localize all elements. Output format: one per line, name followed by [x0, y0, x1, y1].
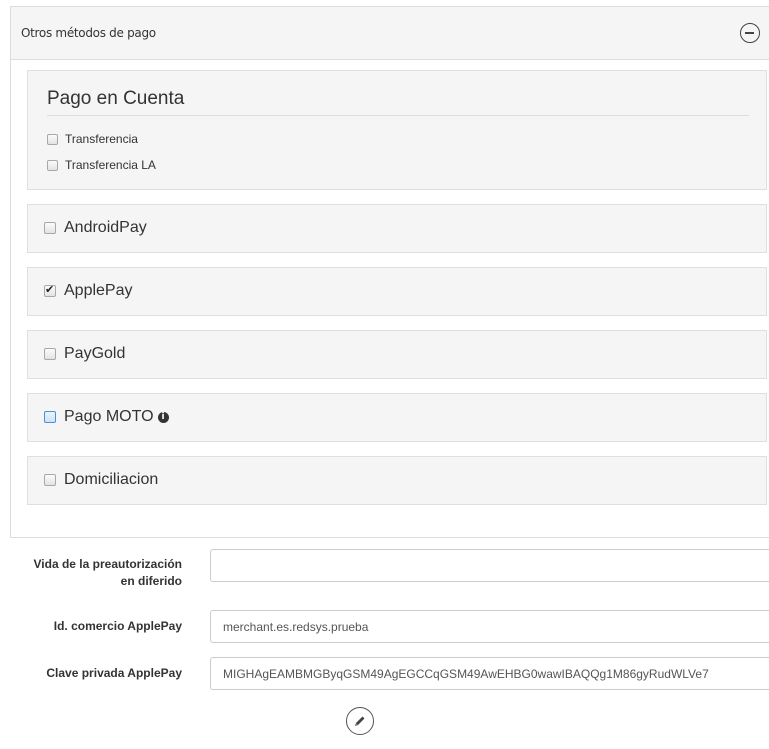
- preauth-label-line1: Vida de la preautorización: [33, 557, 183, 571]
- transferencia-checkbox[interactable]: [47, 133, 58, 145]
- pago-moto-label: Pago MOTO: [64, 408, 154, 425]
- divider: [47, 115, 749, 116]
- panel-title: Otros métodos de pago: [21, 26, 156, 40]
- androidpay-option[interactable]: AndroidPay: [44, 219, 147, 237]
- paygold-well: PayGold: [27, 330, 767, 379]
- androidpay-checkbox[interactable]: [44, 222, 56, 234]
- pencil-icon: [355, 716, 365, 726]
- androidpay-label: AndroidPay: [64, 219, 147, 236]
- preauth-input[interactable]: [210, 549, 769, 582]
- domiciliacion-well: Domiciliacion: [27, 456, 767, 505]
- domiciliacion-option[interactable]: Domiciliacion: [44, 471, 158, 489]
- applepay-well: ApplePay: [27, 267, 767, 316]
- pago-moto-option[interactable]: Pago MOTO i: [44, 408, 169, 426]
- minus-circle-icon[interactable]: [740, 23, 760, 43]
- transferencia-la-checkbox[interactable]: [47, 159, 58, 171]
- transferencia-la-option[interactable]: Transferencia LA: [47, 158, 156, 172]
- edit-button[interactable]: [346, 707, 374, 735]
- info-circle-icon[interactable]: i: [157, 411, 169, 423]
- transferencia-la-label: Transferencia LA: [65, 158, 156, 172]
- other-payment-methods-panel: Otros métodos de pago Pago en Cuenta Tra…: [10, 6, 769, 538]
- applepay-key-input[interactable]: [210, 657, 769, 690]
- panel-header[interactable]: Otros métodos de pago: [11, 7, 769, 60]
- transferencia-option[interactable]: Transferencia: [47, 132, 138, 146]
- transferencia-label: Transferencia: [65, 132, 138, 146]
- applepay-label: ApplePay: [64, 282, 133, 299]
- applepay-key-label: Clave privada ApplePay: [46, 666, 182, 680]
- pago-cuenta-well: Pago en Cuenta Transferencia Transferenc…: [27, 70, 767, 190]
- applepay-checkbox[interactable]: [44, 283, 56, 297]
- pago-moto-checkbox[interactable]: [44, 411, 56, 423]
- applepay-id-input[interactable]: [210, 610, 769, 643]
- preauth-label-line2: en diferido: [120, 574, 182, 588]
- paygold-label: PayGold: [64, 345, 126, 362]
- applepay-option[interactable]: ApplePay: [44, 282, 133, 300]
- preauth-label: Vida de la preautorización en diferido: [0, 556, 183, 590]
- domiciliacion-label: Domiciliacion: [64, 471, 159, 488]
- pago-moto-well: Pago MOTO i: [27, 393, 767, 442]
- paygold-checkbox[interactable]: [44, 348, 56, 360]
- applepay-id-label: Id. comercio ApplePay: [53, 619, 182, 633]
- pago-cuenta-title: Pago en Cuenta: [47, 88, 185, 109]
- androidpay-well: AndroidPay: [27, 204, 767, 253]
- domiciliacion-checkbox[interactable]: [44, 474, 56, 486]
- paygold-option[interactable]: PayGold: [44, 345, 125, 363]
